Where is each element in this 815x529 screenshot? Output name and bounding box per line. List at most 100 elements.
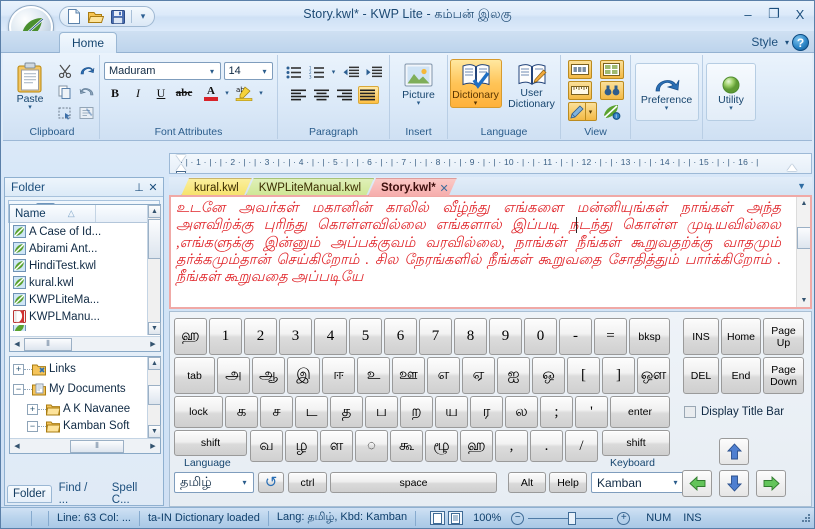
editor-scroll-up-button[interactable]: ▲ [797,197,810,210]
doc-tab-kural[interactable]: kural.kwl [181,178,252,196]
key-home[interactable]: Home [721,318,761,355]
list-item[interactable]: A Case of Id... [10,223,160,240]
key-semicolon[interactable]: ; [540,396,573,428]
editor-vscrollbar[interactable]: ▲ ▼ [796,197,810,307]
highlight-caret-icon[interactable]: ▾ [256,83,266,103]
key-0[interactable]: 0 [524,318,557,355]
scroll-right-button[interactable]: ▶ [146,338,160,351]
key-4[interactable]: 4 [314,318,347,355]
font-color-button[interactable]: A [201,83,221,103]
language-select[interactable]: தமிழ் ▾ [174,472,254,493]
tree-expander[interactable]: − [27,420,38,432]
tree-vscrollbar[interactable]: ▲ ▼ [147,357,161,438]
key-o[interactable]: ஒ [532,357,565,394]
resize-grip[interactable] [799,512,811,524]
key-del[interactable]: DEL [683,357,719,394]
list-item[interactable]: Abirami Ant... [10,240,160,257]
list-item[interactable]: KWPLiteMa... [10,291,160,308]
checkbox-box[interactable] [684,406,696,418]
key-backspace[interactable]: bksp [629,318,670,355]
key-tha[interactable]: த [330,396,363,428]
key-slash[interactable]: / [565,430,598,462]
zoom-out-button[interactable]: − [511,511,525,525]
style-caret-icon[interactable]: ▾ [785,38,789,47]
key-end[interactable]: End [721,357,761,394]
ruler-view-button[interactable] [567,81,592,100]
doc-tab-close-icon[interactable]: ✕ [440,182,449,195]
zoom-thumb[interactable] [568,511,577,525]
tree-scroll-up-button[interactable]: ▲ [148,357,161,370]
pen-tool-caret-icon[interactable]: ▾ [585,102,597,121]
arrow-up-key[interactable] [719,438,749,465]
tree-scroll-left-button[interactable]: ◀ [10,440,24,453]
utility-button[interactable]: Utility ▾ [706,63,756,121]
key-period[interactable]: . [530,430,563,462]
key-dotted-circle[interactable]: ◌ [355,430,388,462]
tab-home[interactable]: Home [59,32,117,53]
user-dictionary-button[interactable]: User Dictionary [505,59,559,111]
close-button[interactable]: X [792,7,808,22]
keyboard-layout-select[interactable]: Kamban ▾ [591,472,685,493]
list-item[interactable]: HindiTest.kwl [10,257,160,274]
picture-button[interactable]: Picture ▾ [392,59,446,108]
align-center-button[interactable] [312,86,333,104]
increase-indent-button[interactable] [363,63,384,81]
key-rra[interactable]: ற [400,396,433,428]
tree-scroll-down-button[interactable]: ▼ [148,425,161,438]
key-zhoo[interactable]: ழூ [425,430,458,462]
tree-item[interactable]: − My Documents [10,379,160,399]
close-icon[interactable]: ✕ [146,180,160,194]
key-e[interactable]: எ [427,357,460,394]
key-8[interactable]: 8 [454,318,487,355]
key-5[interactable]: 5 [349,318,382,355]
tree-expander[interactable]: + [13,363,24,375]
key-enter[interactable]: enter [610,396,670,428]
zoom-in-button[interactable]: + [617,511,631,525]
editor-scroll-thumb[interactable] [797,227,810,249]
key-capslock[interactable]: lock [174,396,223,428]
align-right-button[interactable] [335,86,356,104]
key-zha[interactable]: ழ [285,430,318,462]
key-a[interactable]: அ [217,357,250,394]
key-lla[interactable]: ள [320,430,353,462]
copy-button[interactable] [55,82,75,102]
ruler[interactable]: · | · 1 · | · | · 2 · | · | · 3 · | · | … [169,153,812,174]
bold-button[interactable]: B [104,83,126,103]
key-page-down[interactable]: Page Down [763,357,804,394]
align-left-button[interactable] [289,86,310,104]
numbering-caret-icon[interactable]: ▾ [329,68,338,76]
tree-expander[interactable]: + [27,403,38,415]
undo-button[interactable] [77,61,97,81]
paste-button[interactable]: Paste ▾ [7,59,53,112]
key-page-up[interactable]: Page Up [763,318,804,355]
bullets-button[interactable] [283,63,304,81]
display-title-bar-checkbox[interactable]: Display Title Bar [684,406,784,418]
key-ya[interactable]: ய [435,396,468,428]
panel-tab-spell[interactable]: Spell C... [107,482,163,506]
key-shift-left[interactable]: shift [174,430,247,456]
key-ii[interactable]: ஈ [322,357,355,394]
draft-view-button[interactable] [448,511,464,525]
key-1[interactable]: 1 [209,318,242,355]
pin-icon[interactable]: ⊥ [132,180,146,194]
dictionary-button[interactable]: Dictionary ▾ [449,59,502,108]
key-la[interactable]: ல [505,396,538,428]
key-alt[interactable]: Alt [508,472,546,493]
key-apostrophe[interactable]: ' [575,396,608,428]
doc-tab-story[interactable]: Story.kwl* ✕ [368,178,457,196]
save-document-button[interactable] [108,8,127,25]
editor-scroll-down-button[interactable]: ▼ [797,294,810,307]
key-space[interactable]: space [330,472,497,493]
font-size-combo[interactable]: 14 ▾ [223,62,273,80]
tree-item[interactable]: − Kamban Soft [10,419,160,433]
doc-tab-kwplitemanual[interactable]: KWPLiteManual.kwl [246,178,374,196]
arrow-down-key[interactable] [719,470,749,497]
decrease-indent-button[interactable] [340,63,361,81]
language-caret-icon[interactable]: ▾ [238,478,251,487]
list-item[interactable]: KWPLManu... [10,308,160,325]
preference-button[interactable]: Preference ▾ [634,63,699,121]
key-tab[interactable]: tab [174,357,215,394]
tree-hscrollbar[interactable]: ◀ ⦀ ▶ [10,438,160,453]
paste-caret-icon[interactable]: ▾ [28,104,32,111]
scroll-up-button[interactable]: ▲ [148,205,161,218]
